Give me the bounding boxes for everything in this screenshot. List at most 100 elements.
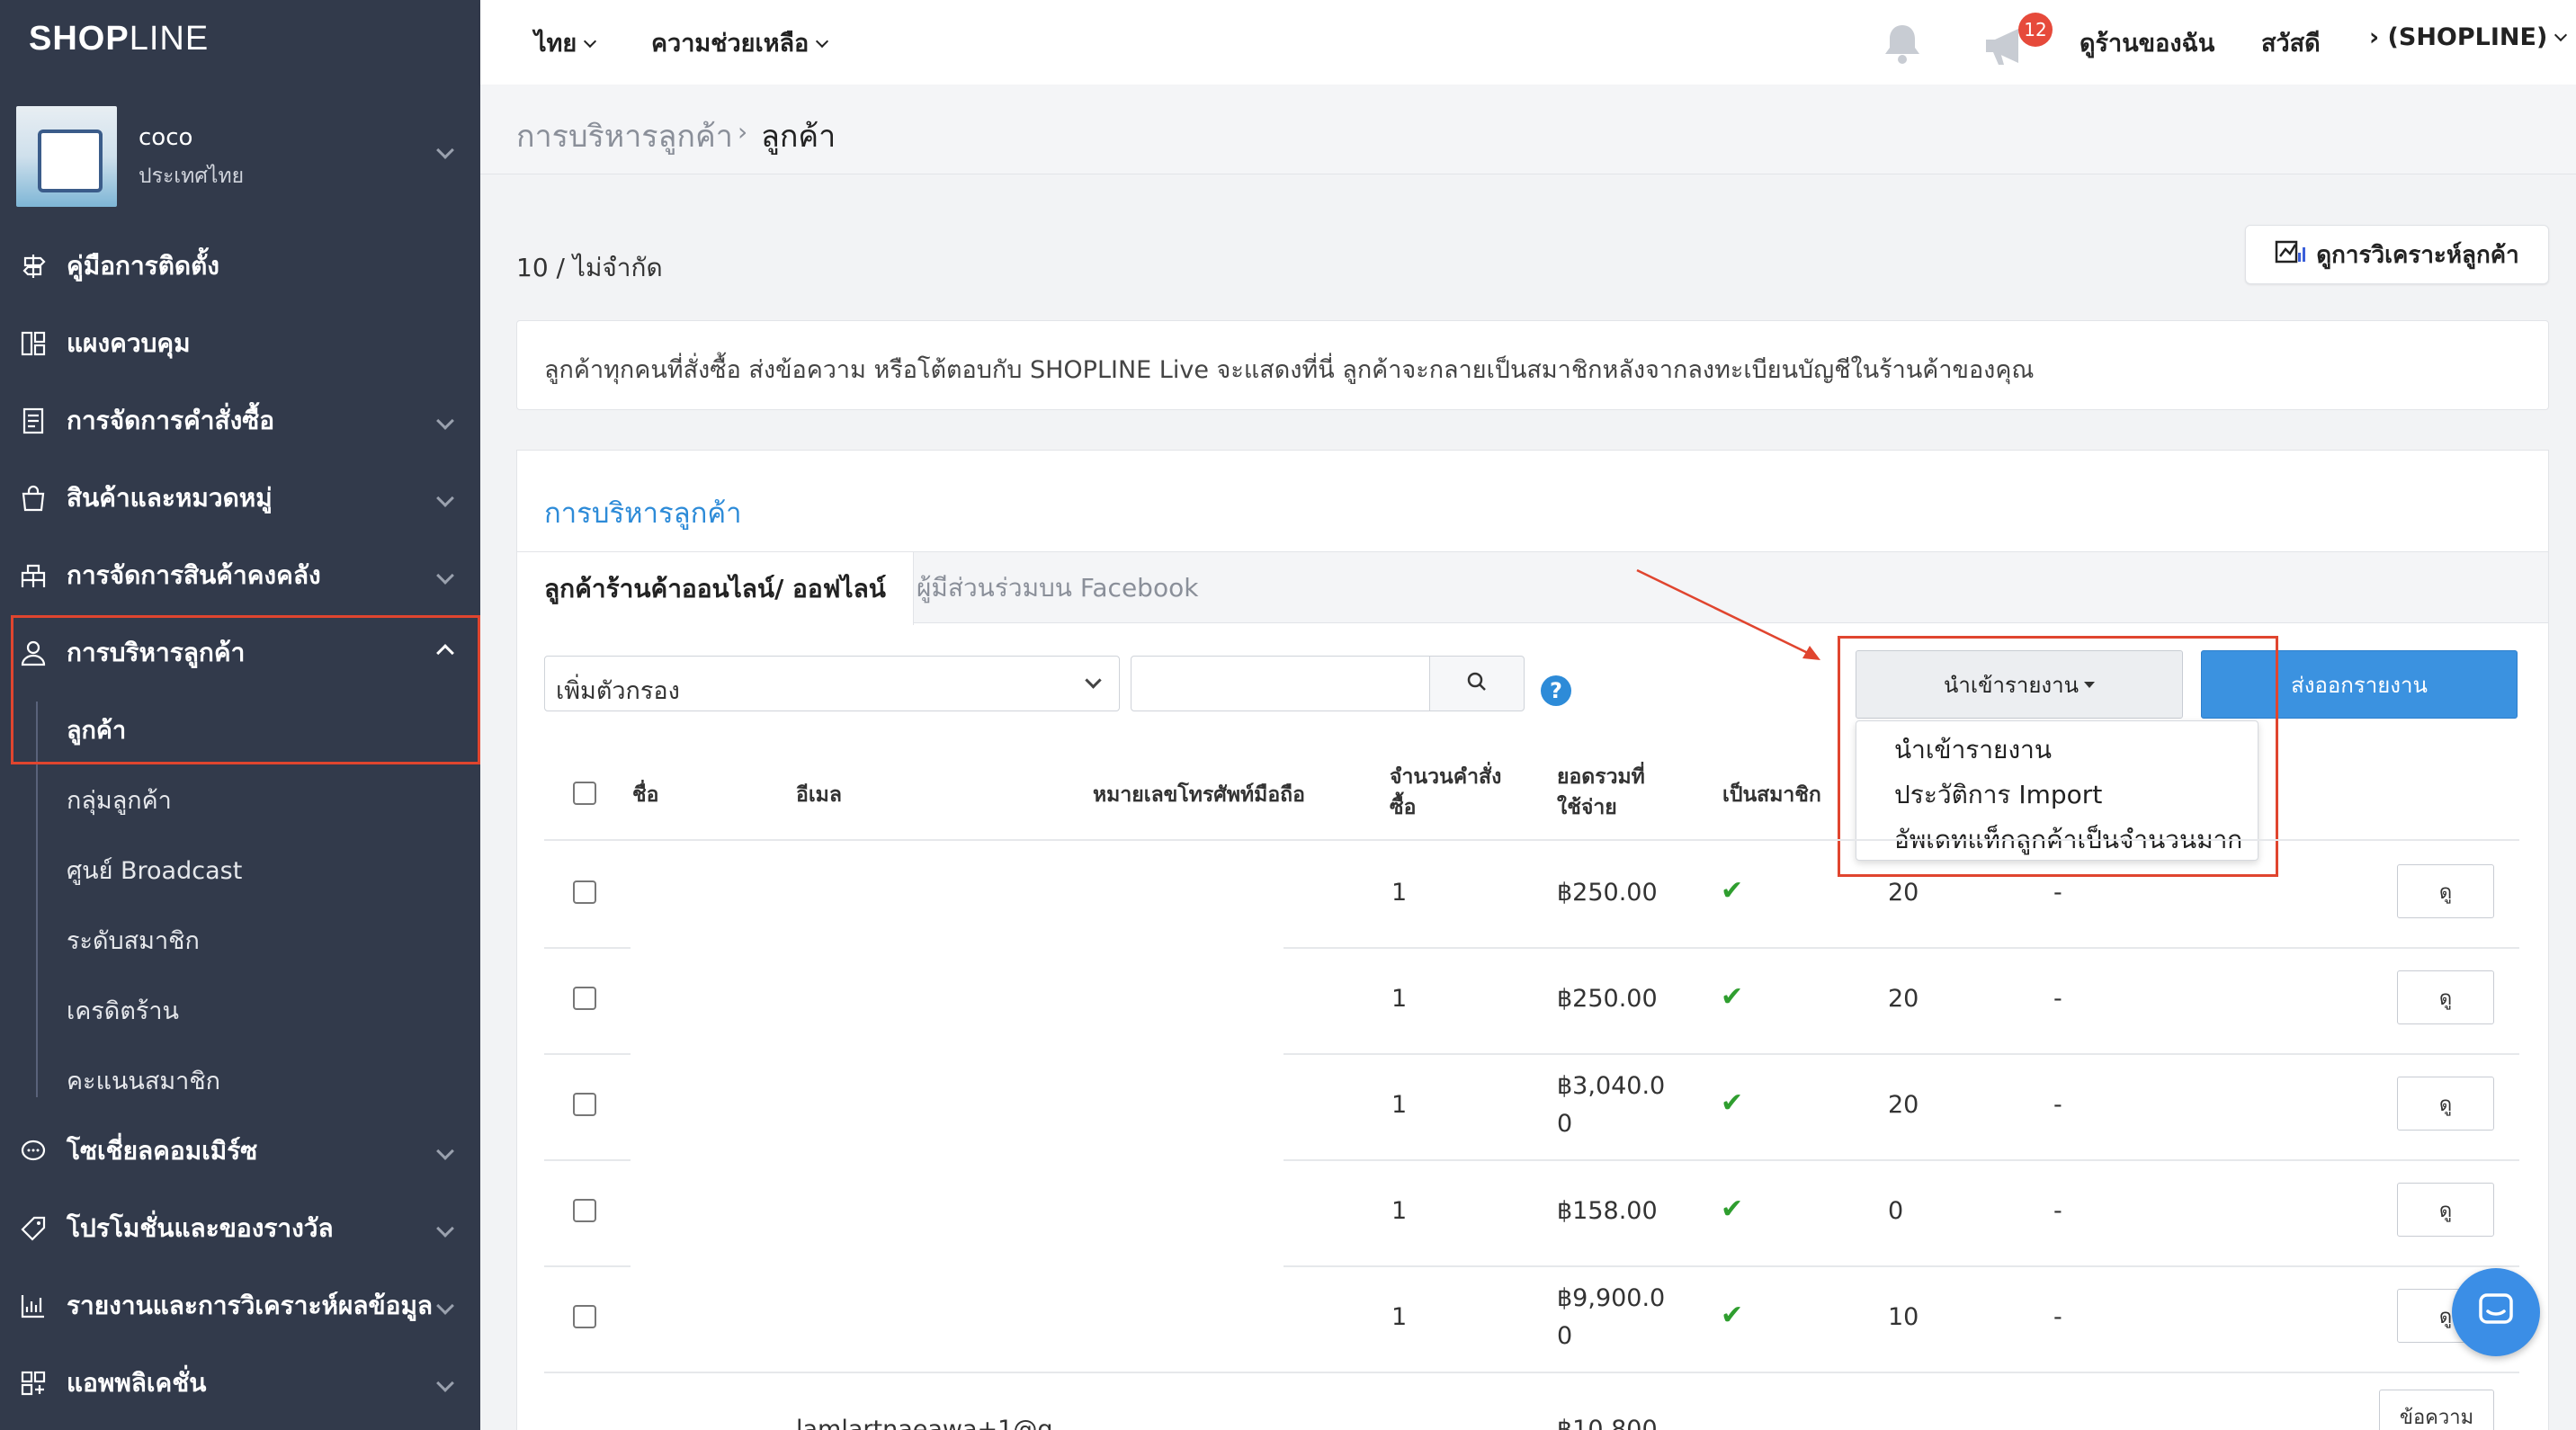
sidebar-subitem-membership-tiers[interactable]: ระดับสมาชิก — [67, 921, 200, 960]
chart-icon — [18, 1291, 49, 1321]
spent-cell: ฿10,800 — [1557, 1416, 1658, 1430]
chevron-down-icon — [436, 567, 454, 585]
store-country: ประเทศไทย — [139, 165, 245, 188]
points-cell: 10 — [1888, 1303, 1919, 1331]
chat-support-button[interactable] — [2452, 1268, 2540, 1356]
spent-cell: ฿158.00 — [1557, 1197, 1658, 1225]
chevron-down-icon — [584, 34, 597, 49]
chevron-down-icon — [436, 1220, 454, 1238]
tab-facebook-participants[interactable]: ผู้มีส่วนร่วมบน Facebook — [890, 552, 1225, 624]
column-header-member[interactable]: เป็นสมาชิก — [1722, 780, 1821, 810]
store-avatar — [16, 106, 117, 207]
panel-title: การบริหารลูกค้า — [544, 497, 742, 530]
column-header-name[interactable]: ชื่อ — [632, 780, 658, 810]
dashboard-icon — [18, 328, 49, 359]
sidebar-item-inventory[interactable]: การจัดการสินค้าคงคลัง — [0, 540, 480, 612]
points-cell: 20 — [1888, 985, 1919, 1013]
top-bar: ไทย ความช่วยเหลือ 12 ดูร้านของฉัน สวัสดี… — [480, 0, 2576, 85]
help-icon[interactable]: ? — [1541, 675, 1571, 706]
select-all-checkbox[interactable] — [573, 782, 596, 805]
breadcrumb-parent[interactable]: การบริหารลูกค้า — [516, 112, 733, 160]
column-header-email[interactable]: อีเมล — [796, 780, 842, 810]
tab-online-offline-customers[interactable]: ลูกค้าร้านค้าออนไลน์/ ออฟไลน์ — [517, 552, 914, 625]
sidebar-subitem-broadcast[interactable]: ศูนย์ Broadcast — [67, 851, 242, 889]
points-cell: 20 — [1888, 1091, 1919, 1119]
row-checkbox[interactable] — [573, 987, 596, 1010]
row-checkbox[interactable] — [573, 1305, 596, 1328]
chevron-down-icon — [2554, 28, 2568, 42]
spent-cell: ฿250.00 — [1557, 985, 1658, 1013]
order-icon — [18, 406, 49, 436]
sidebar-item-reports[interactable]: รายงานและการวิเคราะห์ผลข้อมูล — [0, 1270, 480, 1342]
info-message: ลูกค้าทุกคนที่สั่งซื้อ ส่งข้อความ หรือโต… — [516, 320, 2549, 410]
sidebar-item-apps[interactable]: แอพพลิเคชั่น — [0, 1347, 480, 1419]
store-name: coco — [139, 124, 193, 151]
store-switcher[interactable]: coco ประเทศไทย — [16, 106, 466, 207]
row-divider — [544, 1159, 631, 1161]
language-dropdown[interactable]: ไทย — [534, 23, 597, 62]
orders-cell: 1 — [1391, 1197, 1408, 1225]
row-divider — [1284, 1053, 2519, 1055]
search-input[interactable] — [1131, 656, 1431, 711]
sidebar-item-setup-guide[interactable]: คู่มือการติดตั้ง — [0, 230, 480, 302]
breadcrumb-separator: › — [738, 117, 748, 147]
dash-cell: - — [2053, 1197, 2062, 1225]
check-icon: ✔ — [1721, 981, 1744, 1013]
sidebar-subitem-member-points[interactable]: คะแนนสมาชิก — [67, 1061, 220, 1100]
row-checkbox[interactable] — [573, 1199, 596, 1222]
view-store-link[interactable]: ดูร้านของฉัน — [2080, 23, 2214, 62]
row-checkbox[interactable] — [573, 880, 596, 904]
customer-count: 10 / ไม่จำกัด — [516, 253, 663, 282]
help-dropdown[interactable]: ความช่วยเหลือ — [651, 23, 829, 62]
view-button[interactable]: ดู — [2397, 1183, 2494, 1237]
sidebar-item-promotions[interactable]: โปรโมชั่นและของรางวัล — [0, 1193, 480, 1265]
dash-cell: - — [2053, 985, 2062, 1013]
row-checkbox[interactable] — [573, 1093, 596, 1116]
chevron-down-icon — [436, 489, 454, 507]
bell-icon[interactable] — [1882, 22, 1923, 68]
sidebar-subitem-customer-groups[interactable]: กลุ่มลูกค้า — [67, 781, 172, 819]
sidebar-item-social-commerce[interactable]: โซเชี่ยลคอมเมิร์ซ — [0, 1115, 480, 1187]
account-dropdown[interactable]: › (SHOPLINE) — [2369, 23, 2568, 51]
chevron-down-icon — [816, 34, 829, 49]
breadcrumb: การบริหารลูกค้า › ลูกค้า — [480, 85, 2576, 174]
row-divider — [544, 1372, 2519, 1373]
shopline-logo[interactable]: SHOPLINE — [29, 20, 209, 58]
column-header-total-spent[interactable]: ยอดรวมที่ ใช้จ่าย — [1557, 762, 1645, 823]
signpost-icon — [18, 251, 49, 282]
row-divider — [544, 947, 631, 949]
add-filter-select[interactable]: เพิ่มตัวกรอง — [544, 656, 1120, 711]
orders-cell: 1 — [1391, 985, 1408, 1013]
dash-cell: - — [2053, 1303, 2062, 1331]
chevron-down-icon — [436, 1142, 454, 1160]
bag-icon — [18, 483, 49, 514]
view-button[interactable]: ดู — [2397, 1077, 2494, 1131]
chevron-down-icon — [436, 412, 454, 430]
spent-cell: ฿9,900.0 0 — [1557, 1284, 1666, 1350]
sidebar-item-orders[interactable]: การจัดการคำสั่งซื้อ — [0, 385, 480, 457]
sidebar-subitem-store-credit[interactable]: เครดิตร้าน — [67, 991, 179, 1030]
apps-icon — [18, 1368, 49, 1399]
header-divider — [544, 839, 2519, 841]
sidebar-item-dashboard[interactable]: แผงควบคุม — [0, 308, 480, 380]
analytics-icon — [2275, 238, 2307, 272]
row-divider — [544, 1053, 631, 1055]
chat-icon — [18, 1136, 49, 1166]
message-button[interactable]: ข้อความ — [2379, 1390, 2494, 1430]
tab-bar: ลูกค้าร้านค้าออนไลน์/ ออฟไลน์ ผู้มีส่วนร… — [517, 551, 2548, 625]
points-cell: 0 — [1888, 1197, 1904, 1225]
check-icon: ✔ — [1721, 1300, 1744, 1331]
chevron-down-icon — [436, 1297, 454, 1315]
customer-analysis-button[interactable]: ดูการวิเคราะห์ลูกค้า — [2245, 225, 2549, 284]
column-header-phone[interactable]: หมายเลขโทรศัพท์มือถือ — [1093, 780, 1305, 810]
chevron-down-icon — [436, 1374, 454, 1392]
row-divider — [1284, 1265, 2519, 1267]
search-button[interactable] — [1429, 656, 1525, 711]
view-button[interactable]: ดู — [2397, 864, 2494, 918]
column-header-orders[interactable]: จำนวนคำสั่ง ซื้อ — [1390, 762, 1501, 823]
view-button[interactable]: ดู — [2397, 970, 2494, 1024]
tag-icon — [18, 1213, 49, 1244]
row-divider — [1284, 1159, 2519, 1161]
check-icon: ✔ — [1721, 875, 1744, 907]
sidebar-item-products[interactable]: สินค้าและหมวดหมู่ — [0, 462, 480, 534]
